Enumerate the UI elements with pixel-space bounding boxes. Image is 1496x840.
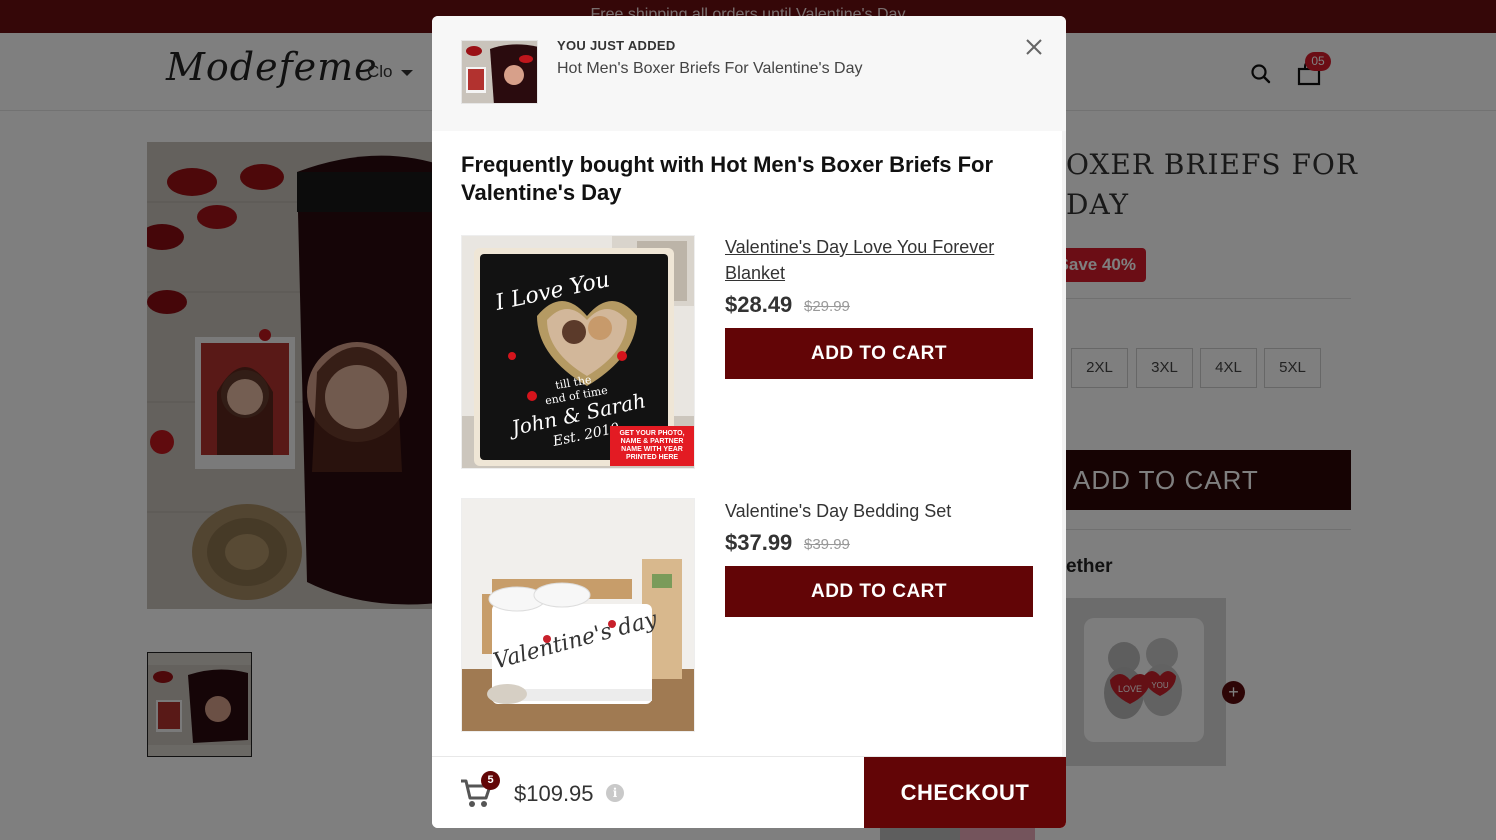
footer-cart-count-badge: 5 bbox=[481, 771, 500, 790]
checkout-button[interactable]: CHECKOUT bbox=[864, 757, 1066, 828]
blanket-product-link[interactable]: Valentine's Day Love You Forever Blanket bbox=[725, 234, 1025, 286]
bedding-price: $37.99 bbox=[725, 530, 793, 555]
added-product-thumbnail bbox=[461, 40, 538, 104]
cart-total: $109.95 bbox=[514, 781, 594, 806]
bedding-old-price: $39.99 bbox=[804, 536, 850, 553]
frequently-bought-heading: Frequently bought with Hot Men's Boxer B… bbox=[461, 152, 994, 205]
bedding-add-to-cart-button[interactable]: ADD TO CART bbox=[725, 566, 1033, 617]
blanket-price: $28.49 bbox=[725, 292, 793, 317]
just-added-product-name: Hot Men's Boxer Briefs For Valentine's D… bbox=[557, 60, 863, 77]
modal-header: YOU JUST ADDED Hot Men's Boxer Briefs Fo… bbox=[432, 16, 1066, 131]
bedding-product-name[interactable]: Valentine's Day Bedding Set bbox=[725, 498, 1025, 524]
modal-footer: 5 $109.95 i CHECKOUT bbox=[432, 756, 1066, 828]
blanket-product-image[interactable]: I Love You till the end of time John & S… bbox=[461, 235, 695, 469]
added-to-cart-modal: YOU JUST ADDED Hot Men's Boxer Briefs Fo… bbox=[432, 16, 1066, 828]
blanket-promo-text: GET YOUR PHOTO, NAME & PARTNER NAME WITH… bbox=[619, 430, 685, 461]
close-icon[interactable] bbox=[1023, 36, 1045, 58]
info-icon[interactable]: i bbox=[606, 784, 624, 802]
modal-scrollbar[interactable] bbox=[1062, 131, 1066, 756]
just-added-label: YOU JUST ADDED bbox=[557, 38, 676, 53]
blanket-old-price: $29.99 bbox=[804, 298, 850, 315]
blanket-add-to-cart-button[interactable]: ADD TO CART bbox=[725, 328, 1033, 379]
bedding-product-image[interactable]: Valentine's day bbox=[461, 498, 695, 732]
